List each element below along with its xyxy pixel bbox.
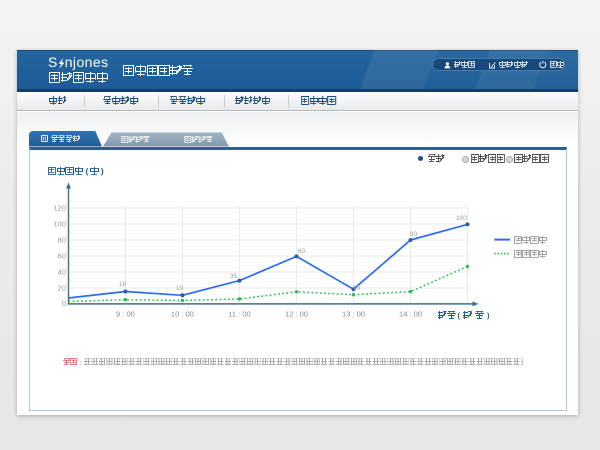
svg-text:11 : 00: 11 : 00	[228, 310, 250, 319]
svg-text:80: 80	[410, 231, 418, 238]
svg-text:10: 10	[176, 285, 184, 292]
svg-text:12 : 00: 12 : 00	[285, 310, 308, 319]
svg-text:120: 120	[53, 204, 66, 213]
svg-text:18: 18	[119, 281, 127, 288]
svg-text:40: 40	[58, 268, 66, 277]
svg-text:14 : 00: 14 : 00	[399, 310, 422, 319]
svg-text:9 : 00: 9 : 00	[116, 310, 135, 319]
svg-text:0: 0	[62, 299, 66, 308]
svg-text:20: 20	[58, 284, 66, 293]
svg-text:100: 100	[456, 215, 467, 222]
svg-text:10: 10	[353, 285, 361, 292]
svg-text:80: 80	[58, 236, 66, 245]
svg-text:60: 60	[58, 252, 66, 261]
svg-text:35: 35	[230, 273, 238, 280]
svg-text:13 : 00: 13 : 00	[342, 310, 365, 319]
svg-text:60: 60	[298, 248, 306, 255]
svg-text:10 : 00: 10 : 00	[171, 310, 194, 319]
svg-text:100: 100	[53, 220, 66, 229]
